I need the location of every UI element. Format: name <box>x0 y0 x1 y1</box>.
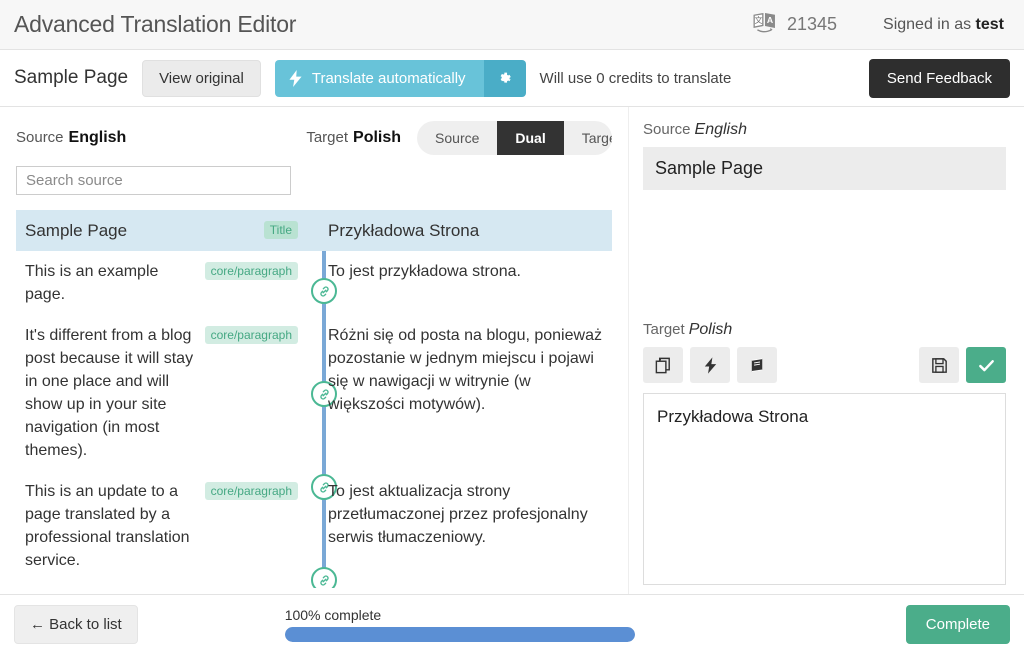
editor-body: SourceEnglish TargetPolish Source Dual T… <box>0 107 1024 594</box>
save-button[interactable] <box>919 347 959 383</box>
copy-icon <box>654 356 673 375</box>
svg-text:文: 文 <box>754 14 762 24</box>
target-translation-input[interactable] <box>643 393 1006 585</box>
current-page-name: Sample Page <box>14 67 128 89</box>
translate-settings-button[interactable] <box>484 60 526 97</box>
confirm-translation-button[interactable] <box>966 347 1006 383</box>
translate-automatically-button[interactable]: Translate automatically <box>275 60 484 97</box>
segment-source-text: Sample Page <box>25 219 258 242</box>
editor-target-caption: Target <box>643 321 685 338</box>
segment-source-cell: Sample Page Title <box>16 210 308 251</box>
segment-divider <box>308 210 316 251</box>
editor-source-label: SourceEnglish <box>643 121 1006 139</box>
segment-target-text: To jest aktualizacja strony przetłumaczo… <box>328 480 606 549</box>
status-badge: core/paragraph <box>205 482 298 500</box>
segment-divider <box>308 315 316 471</box>
view-mode-source[interactable]: Source <box>417 121 497 155</box>
progress-section: 100% complete <box>285 607 635 642</box>
signed-in-status: Signed in as test <box>883 16 1004 34</box>
credit-usage-note: Will use 0 credits to translate <box>540 70 732 87</box>
table-row[interactable]: This is an update to a page translated b… <box>16 471 612 581</box>
segment-source-cell: This is an example page. core/paragraph <box>16 251 308 315</box>
target-language-indicator: Target Polish <box>306 129 401 147</box>
editor-source-text: Sample Page <box>643 147 1006 190</box>
action-bar: Sample Page View original Translate auto… <box>0 50 1024 107</box>
segment-target-cell: Przykładowa Strona <box>316 210 612 251</box>
editor-target-label: TargetPolish <box>643 321 1006 339</box>
editor-toolbar <box>643 347 1006 383</box>
segment-target-text: Różni się od posta na blogu, ponieważ po… <box>328 324 606 416</box>
credits-indicator: 文 A 21345 <box>752 12 837 38</box>
table-row[interactable]: It's different from a blog post because … <box>16 315 612 471</box>
glossary-button[interactable] <box>737 347 777 383</box>
segment-source-text: It's different from a blog post because … <box>25 324 199 462</box>
view-original-button[interactable]: View original <box>142 60 261 97</box>
segment-target-cell: Większość ludzi zaczyna od strony Inform… <box>316 581 612 588</box>
segments-pane: Source English Target Polish Source Dual T… <box>0 107 628 594</box>
translation-editor-app: Advanced Translation Editor 文 A 21345 Si… <box>0 0 1024 654</box>
copy-source-button[interactable] <box>643 347 683 383</box>
editor-source-language: English <box>695 121 747 138</box>
translate-icon: 文 A <box>752 12 778 38</box>
translate-button-group: Translate automatically <box>275 60 526 97</box>
complete-button[interactable]: Complete <box>906 605 1010 644</box>
segment-source-cell: This is an update to a page translated b… <box>16 471 308 581</box>
table-row[interactable]: Sample Page Title Przykładowa Strona <box>16 210 612 251</box>
table-row[interactable]: This is an example page. core/paragraph … <box>16 251 612 315</box>
editor-target-language: Polish <box>689 321 733 338</box>
segment-target-cell: Różni się od posta na blogu, ponieważ po… <box>316 315 612 471</box>
signed-in-prefix: Signed in as <box>883 16 976 33</box>
send-feedback-button[interactable]: Send Feedback <box>869 59 1010 98</box>
top-bar: Advanced Translation Editor 文 A 21345 Si… <box>0 0 1024 50</box>
segment-source-cell: It's different from a blog post because … <box>16 315 308 471</box>
svg-text:A: A <box>767 14 774 24</box>
view-mode-switch: Source Dual Target <box>417 121 612 155</box>
segment-target-cell: To jest aktualizacja strony przetłumaczo… <box>316 471 612 581</box>
back-to-list-button[interactable]: ← Back to list <box>14 605 138 644</box>
save-icon <box>930 356 949 375</box>
page-title: Advanced Translation Editor <box>14 11 296 38</box>
progress-bar-fill <box>285 627 635 642</box>
segment-source-text: This is an update to a page translated b… <box>25 480 199 572</box>
gear-icon <box>496 70 513 87</box>
bolt-icon <box>289 70 302 87</box>
language-bar: Source English Target Polish Source Dual T… <box>16 121 612 155</box>
status-badge: Title <box>264 221 298 239</box>
segment-divider <box>308 471 316 581</box>
progress-label: 100% complete <box>285 607 635 623</box>
credits-count: 21345 <box>787 14 837 35</box>
segment-target-text: To jest przykładowa strona. <box>328 260 606 283</box>
bolt-icon <box>701 356 720 375</box>
signed-in-username: test <box>976 16 1004 33</box>
target-language-value: Polish <box>353 129 401 146</box>
editor-pane: SourceEnglish Sample Page TargetPolish <box>628 107 1024 594</box>
view-mode-dual[interactable]: Dual <box>497 121 563 155</box>
editor-source-caption: Source <box>643 121 691 138</box>
check-icon <box>977 356 996 375</box>
source-language-indicator: Source English <box>16 129 126 147</box>
progress-bar <box>285 627 635 642</box>
translate-automatically-label: Translate automatically <box>312 70 466 87</box>
segment-source-cell: Most people start with an About page tha… <box>16 581 308 588</box>
book-icon <box>748 356 767 375</box>
view-mode-target[interactable]: Target <box>564 121 612 155</box>
target-language-caption: Target <box>306 129 348 146</box>
segment-list[interactable]: Sample Page Title Przykładowa Strona Thi… <box>16 210 612 588</box>
status-badge: core/paragraph <box>205 326 298 344</box>
search-input[interactable] <box>16 166 291 195</box>
machine-translate-button[interactable] <box>690 347 730 383</box>
search-row <box>16 166 612 195</box>
source-language-caption: Source <box>16 129 64 146</box>
footer-bar: ← Back to list 100% complete Complete <box>0 594 1024 654</box>
top-bar-right: 文 A 21345 Signed in as test <box>752 12 1010 38</box>
segment-divider <box>308 251 316 315</box>
segment-divider <box>308 581 316 588</box>
status-badge: core/paragraph <box>205 262 298 280</box>
table-row[interactable]: Most people start with an About page tha… <box>16 581 612 588</box>
segment-source-text: This is an example page. <box>25 260 199 306</box>
segment-target-text: Przykładowa Strona <box>328 219 606 242</box>
source-language-value: English <box>69 129 127 146</box>
segment-target-cell: To jest przykładowa strona. <box>316 251 612 315</box>
